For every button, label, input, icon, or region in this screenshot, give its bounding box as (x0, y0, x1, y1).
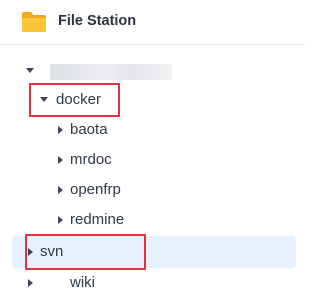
tree-item-label: redmine (70, 211, 125, 228)
app-header: File Station (0, 0, 305, 44)
caret-right-icon[interactable] (58, 156, 63, 164)
annotation-box-docker (29, 83, 120, 117)
folder-icon (22, 12, 46, 32)
annotation-box-svn (25, 234, 146, 270)
tree-item-redmine[interactable]: redmine (12, 205, 296, 235)
tree-item-openfrp[interactable]: openfrp (12, 175, 296, 205)
caret-right-icon[interactable] (58, 186, 63, 194)
caret-down-icon[interactable] (26, 68, 34, 73)
tree-item-baota[interactable]: baota (12, 115, 296, 145)
tree-item-label: mrdoc (70, 151, 112, 168)
tree-item-label: baota (70, 121, 108, 138)
tree-item-wiki[interactable]: wiki (12, 268, 296, 298)
tree-item-label: openfrp (70, 181, 121, 198)
app-title: File Station (58, 13, 137, 29)
caret-right-icon[interactable] (28, 279, 33, 287)
caret-right-icon[interactable] (58, 126, 63, 134)
tree-item-label: wiki (70, 274, 95, 291)
tree-item-mrdoc[interactable]: mrdoc (12, 145, 296, 175)
blurred-root-name (50, 64, 172, 80)
header-divider (0, 44, 305, 45)
caret-right-icon[interactable] (58, 216, 63, 224)
tree-item-root[interactable] (12, 55, 296, 85)
